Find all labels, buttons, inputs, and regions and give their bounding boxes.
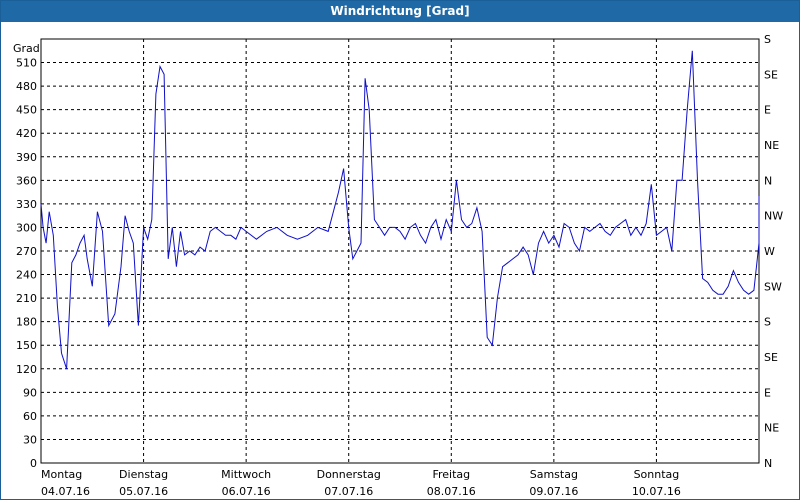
x-tick-day: Mittwoch [221,468,271,481]
y-tick-label: 330 [16,198,37,211]
y-tick-label: 0 [30,457,37,470]
y-tick-label: 510 [16,57,37,70]
x-tick-day: Donnerstag [317,468,381,481]
right-axis-label: NE [764,422,779,435]
x-tick-date: 09.07.16 [529,485,578,498]
y-tick-label: 420 [16,127,37,140]
y-tick-label: 180 [16,316,37,329]
x-tick-date: 06.07.16 [222,485,271,498]
right-axis-label: N [764,457,772,470]
y-tick-label: 210 [16,292,37,305]
x-tick-date: 10.07.16 [632,485,681,498]
x-tick-date: 05.07.16 [119,485,168,498]
right-axis-label: N [764,174,772,187]
right-axis-label: E [764,386,771,399]
right-axis-label: S [764,316,771,329]
y-tick-label: 390 [16,151,37,164]
right-axis-label: W [764,245,775,258]
x-tick-date: 08.07.16 [427,485,476,498]
line-chart: 0 30 60 90 120 150 180 210 240 270 300 330 360 390 420… [13,33,783,498]
y-tick-label: 150 [16,339,37,352]
y-tick-label: 30 [23,433,37,446]
plot-area [40,38,760,464]
right-axis-label: SW [764,280,782,293]
right-axis-label: E [764,104,771,117]
chart-window: Windrichtung [Grad] 0 30 60 90 120 150 180 210 2… [0,0,800,500]
y-tick-label: 450 [16,104,37,117]
y-tick-label: 60 [23,410,37,423]
y-tick-label: 480 [16,80,37,93]
x-tick-day: Dienstag [119,468,168,481]
right-axis-label: S [764,33,771,46]
y-tick-label: 270 [16,245,37,258]
y-tick-label: 90 [23,386,37,399]
x-tick-day: Samstag [530,468,578,481]
y-tick-label: 240 [16,269,37,282]
x-tick-date: 07.07.16 [324,485,373,498]
y-tick-label: 120 [16,363,37,376]
x-tick-date: 04.07.16 [41,485,90,498]
right-axis-label: SE [764,68,778,81]
y-tick-label: 360 [16,174,37,187]
x-tick-day: Freitag [432,468,470,481]
x-tick-day: Sonntag [634,468,680,481]
y-axis-label: Grad [13,42,40,55]
x-tick-day: Montag [41,468,82,481]
right-axis-label: NE [764,139,779,152]
y-tick-label: 300 [16,221,37,234]
right-axis-label: SE [764,351,778,364]
right-axis-label: NW [764,210,783,223]
